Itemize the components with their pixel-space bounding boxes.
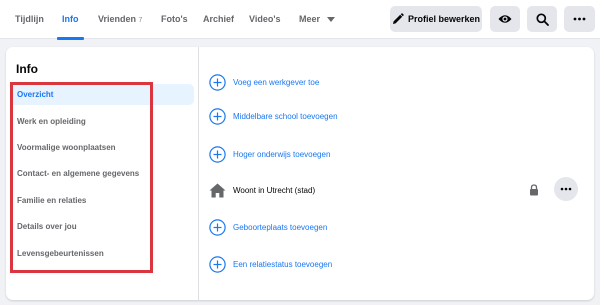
add-relationship-row[interactable]: Een relatiestatus toevoegen — [209, 256, 589, 274]
add-birthplace-link[interactable]: Geboorteplaats toevoegen — [233, 219, 327, 236]
add-relationship-link[interactable]: Een relatiestatus toevoegen — [233, 256, 332, 273]
add-circle-icon — [209, 256, 226, 273]
current-city-options-button[interactable] — [554, 177, 578, 201]
add-high-school-link[interactable]: Middelbare school toevoegen — [233, 108, 338, 125]
pencil-icon — [392, 13, 404, 24]
more-options-button[interactable] — [564, 6, 595, 32]
search-icon — [535, 12, 549, 26]
sidebar-item-contact-info[interactable]: Contact- en algemene gegevens — [10, 163, 194, 184]
eye-icon — [498, 15, 512, 23]
current-city-row: Woont in Utrecht (stad) — [209, 177, 589, 201]
info-card: Info Overzicht Werk en opleiding Voormal… — [6, 47, 594, 300]
sidebar-item-details-about-you[interactable]: Details over jou — [10, 216, 194, 237]
add-circle-icon — [209, 219, 226, 236]
tab-friends[interactable]: Vrienden 7 — [98, 0, 142, 39]
sidebar-item-life-events[interactable]: Levensgebeurtenissen — [10, 243, 194, 264]
ellipsis-icon — [560, 187, 572, 191]
sidebar-item-work-education[interactable]: Werk en opleiding — [10, 111, 194, 132]
tab-timeline[interactable]: Tijdlijn — [15, 0, 44, 39]
edit-profile-label: Profiel bewerken — [407, 14, 481, 24]
edit-profile-button[interactable]: Profiel bewerken — [390, 6, 482, 32]
tab-more-label: Meer — [299, 14, 321, 24]
chevron-down-icon — [326, 17, 335, 23]
lock-icon[interactable] — [529, 184, 539, 196]
tab-friends-label: Vrienden — [98, 14, 137, 24]
add-birthplace-row[interactable]: Geboorteplaats toevoegen — [209, 219, 589, 237]
add-circle-icon — [209, 74, 226, 91]
view-as-button[interactable] — [490, 6, 520, 32]
tab-info[interactable]: Info — [57, 0, 83, 40]
add-employer-row[interactable]: Voeg een werkgever toe — [209, 74, 589, 92]
add-high-school-row[interactable]: Middelbare school toevoegen — [209, 108, 589, 126]
add-circle-icon — [209, 108, 226, 125]
sidebar-item-places-lived[interactable]: Voormalige woonplaatsen — [10, 137, 194, 158]
tab-archive[interactable]: Archief — [203, 0, 234, 39]
search-button[interactable] — [527, 6, 557, 32]
home-icon — [209, 183, 226, 198]
tab-photos[interactable]: Foto's — [161, 0, 188, 39]
add-employer-link[interactable]: Voeg een werkgever toe — [233, 74, 319, 91]
sidebar-item-overview[interactable]: Overzicht — [10, 84, 194, 105]
current-city-text: Woont in Utrecht (stad) — [233, 186, 316, 195]
tab-more[interactable]: Meer — [299, 0, 335, 39]
add-higher-education-row[interactable]: Hoger onderwijs toevoegen — [209, 146, 589, 164]
add-higher-education-link[interactable]: Hoger onderwijs toevoegen — [233, 146, 330, 163]
add-circle-icon — [209, 146, 226, 163]
profile-tab-bar: Tijdlijn Info Vrienden 7 Foto's Archief … — [0, 0, 600, 40]
tab-videos[interactable]: Video's — [249, 0, 281, 39]
info-sidebar: Info Overzicht Werk en opleiding Voormal… — [6, 47, 199, 300]
friends-count: 7 — [138, 17, 143, 24]
sidebar-item-family-relationships[interactable]: Familie en relaties — [10, 190, 194, 211]
ellipsis-icon — [573, 17, 586, 21]
info-heading: Info — [16, 62, 38, 76]
